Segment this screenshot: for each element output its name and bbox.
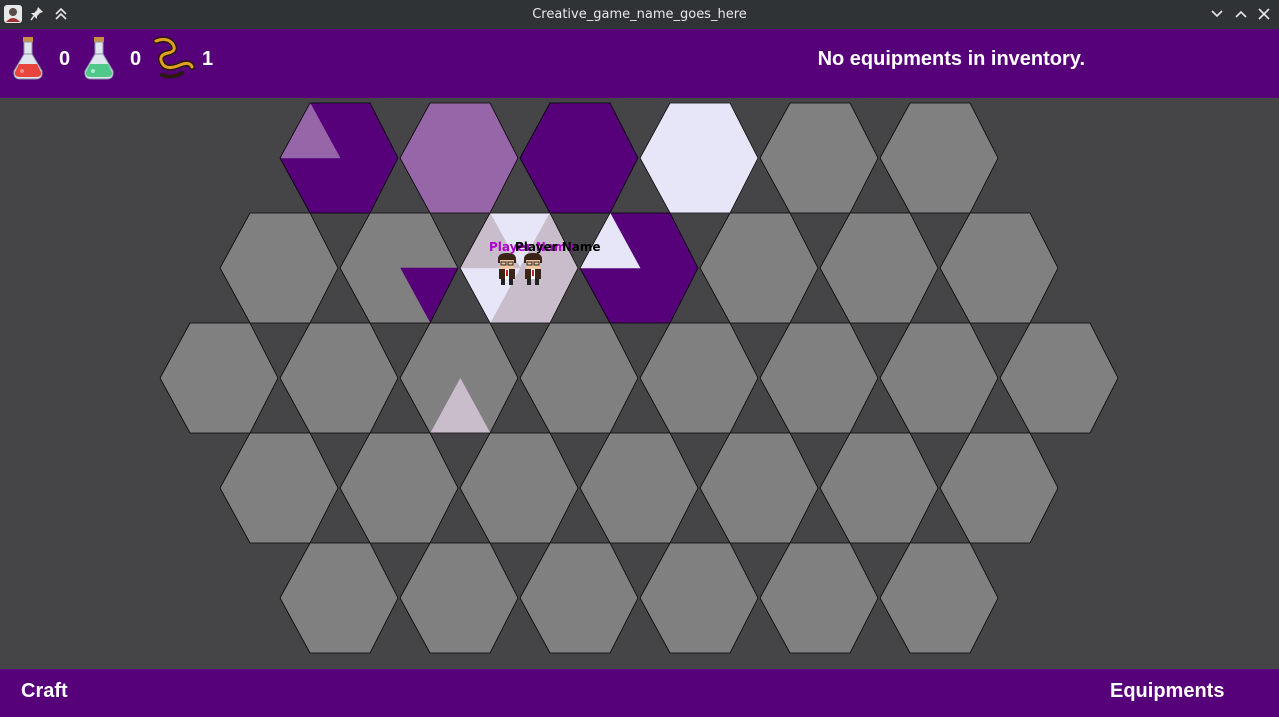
hex-tile[interactable]	[159, 322, 279, 434]
hex-tile[interactable]	[339, 212, 459, 324]
rope-count: 1	[202, 48, 214, 70]
hex-tile[interactable]	[759, 542, 879, 654]
minimize-icon[interactable]	[1210, 7, 1224, 21]
green-potion-count: 0	[130, 48, 142, 70]
red-potion-icon	[13, 37, 43, 80]
red-potion-count: 0	[59, 48, 71, 70]
rope-icon	[153, 36, 195, 79]
craft-button[interactable]: Craft	[21, 669, 68, 714]
equipments-button[interactable]: Equipments	[1110, 669, 1224, 714]
close-icon[interactable]	[1257, 7, 1271, 21]
hex-tile[interactable]	[519, 322, 639, 434]
hex-tile[interactable]	[819, 432, 939, 544]
hex-tile[interactable]	[759, 102, 879, 214]
hex-tile[interactable]	[939, 432, 1059, 544]
hex-tile[interactable]	[339, 432, 459, 544]
hex-tile[interactable]	[219, 432, 339, 544]
bottom-bar: Craft Equipments	[0, 669, 1279, 717]
green-potion-icon	[84, 37, 114, 80]
hex-tile[interactable]	[999, 322, 1119, 434]
window-title: Creative_game_name_goes_here	[532, 7, 747, 22]
hex-tile[interactable]	[699, 212, 819, 324]
player-2[interactable]: Player Name	[515, 240, 600, 288]
hex-tile[interactable]	[879, 542, 999, 654]
hex-tile[interactable]	[879, 102, 999, 214]
hex-tile[interactable]	[279, 102, 399, 214]
hex-tile[interactable]	[579, 432, 699, 544]
inventory-message: No equipments in inventory.	[817, 48, 1085, 70]
inventory-hud: 0 0 1 No equipments in inventory.	[0, 29, 1279, 98]
hex-tile[interactable]	[279, 542, 399, 654]
hex-tile[interactable]	[639, 542, 759, 654]
hex-tile[interactable]	[219, 212, 339, 324]
hex-tile[interactable]	[459, 432, 579, 544]
hex-tile[interactable]	[519, 102, 639, 214]
hex-tile[interactable]	[939, 212, 1059, 324]
hex-tile[interactable]	[819, 212, 939, 324]
hex-tile[interactable]	[639, 322, 759, 434]
hex-tile[interactable]	[519, 542, 639, 654]
hex-tile[interactable]	[399, 102, 519, 214]
hex-tile[interactable]	[639, 102, 759, 214]
player-sprite-icon	[524, 253, 542, 285]
hex-tile[interactable]	[879, 322, 999, 434]
window-titlebar: Creative_game_name_goes_here	[0, 0, 1279, 29]
hex-tile[interactable]	[699, 432, 819, 544]
hex-board[interactable]	[0, 98, 1279, 669]
hex-tile[interactable]	[759, 322, 879, 434]
hex-tile[interactable]	[399, 542, 519, 654]
hex-tile[interactable]	[399, 322, 519, 434]
maximize-icon[interactable]	[1234, 7, 1248, 21]
hex-tile[interactable]	[579, 212, 699, 324]
hex-tile[interactable]	[279, 322, 399, 434]
